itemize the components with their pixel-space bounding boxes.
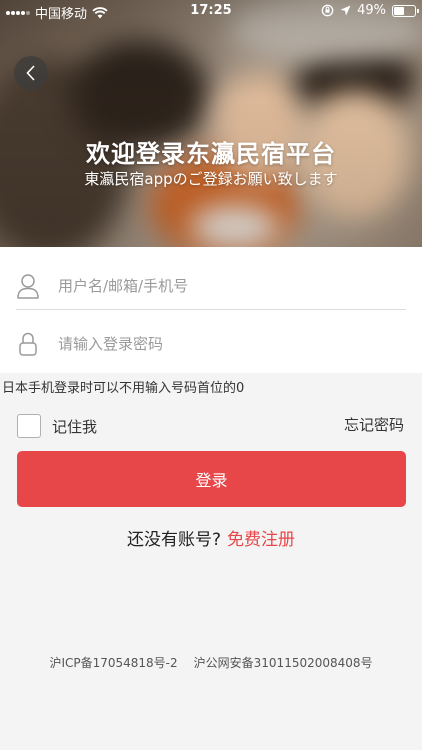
battery-percent: 49% <box>357 3 386 18</box>
remember-me-label: 记住我 <box>52 417 98 436</box>
username-field-row <box>0 255 422 317</box>
field-divider <box>16 309 406 310</box>
location-icon <box>340 5 351 16</box>
password-input[interactable] <box>58 324 404 364</box>
remember-me-toggle[interactable]: 记住我 <box>17 414 97 438</box>
orientation-lock-icon <box>321 4 334 17</box>
register-link[interactable]: 免费注册 <box>227 530 295 550</box>
register-row: 还没有账号? 免费注册 <box>0 525 422 550</box>
login-hint: 日本手机登录时可以不用输入号码首位的0 <box>2 381 245 396</box>
forgot-password-link[interactable]: 忘记密码 <box>344 414 404 435</box>
hero-banner <box>0 0 422 247</box>
user-icon <box>17 274 39 299</box>
login-button[interactable]: 登录 <box>17 451 406 507</box>
hero-title: 欢迎登录东瀛民宿平台 <box>86 140 336 168</box>
footer: 沪ICP备17054818号-2 沪公网安备31011502008408号 <box>0 654 422 671</box>
register-question: 还没有账号? <box>126 530 222 550</box>
remember-me-checkbox[interactable] <box>17 414 41 438</box>
back-button[interactable] <box>14 56 48 90</box>
icp-record: 沪ICP备17054818号-2 <box>49 656 178 670</box>
username-input[interactable] <box>58 266 404 306</box>
hero-subtitle: 東瀛民宿appのご登録お願い致します <box>84 170 338 188</box>
chevron-left-icon <box>26 65 35 81</box>
password-field-row <box>0 313 422 375</box>
login-form <box>0 247 422 373</box>
status-bar: 中国移动 17:25 49% <box>0 0 422 22</box>
lock-icon <box>19 332 37 356</box>
battery-icon <box>392 4 419 17</box>
police-record: 沪公网安备31011502008408号 <box>193 656 373 670</box>
